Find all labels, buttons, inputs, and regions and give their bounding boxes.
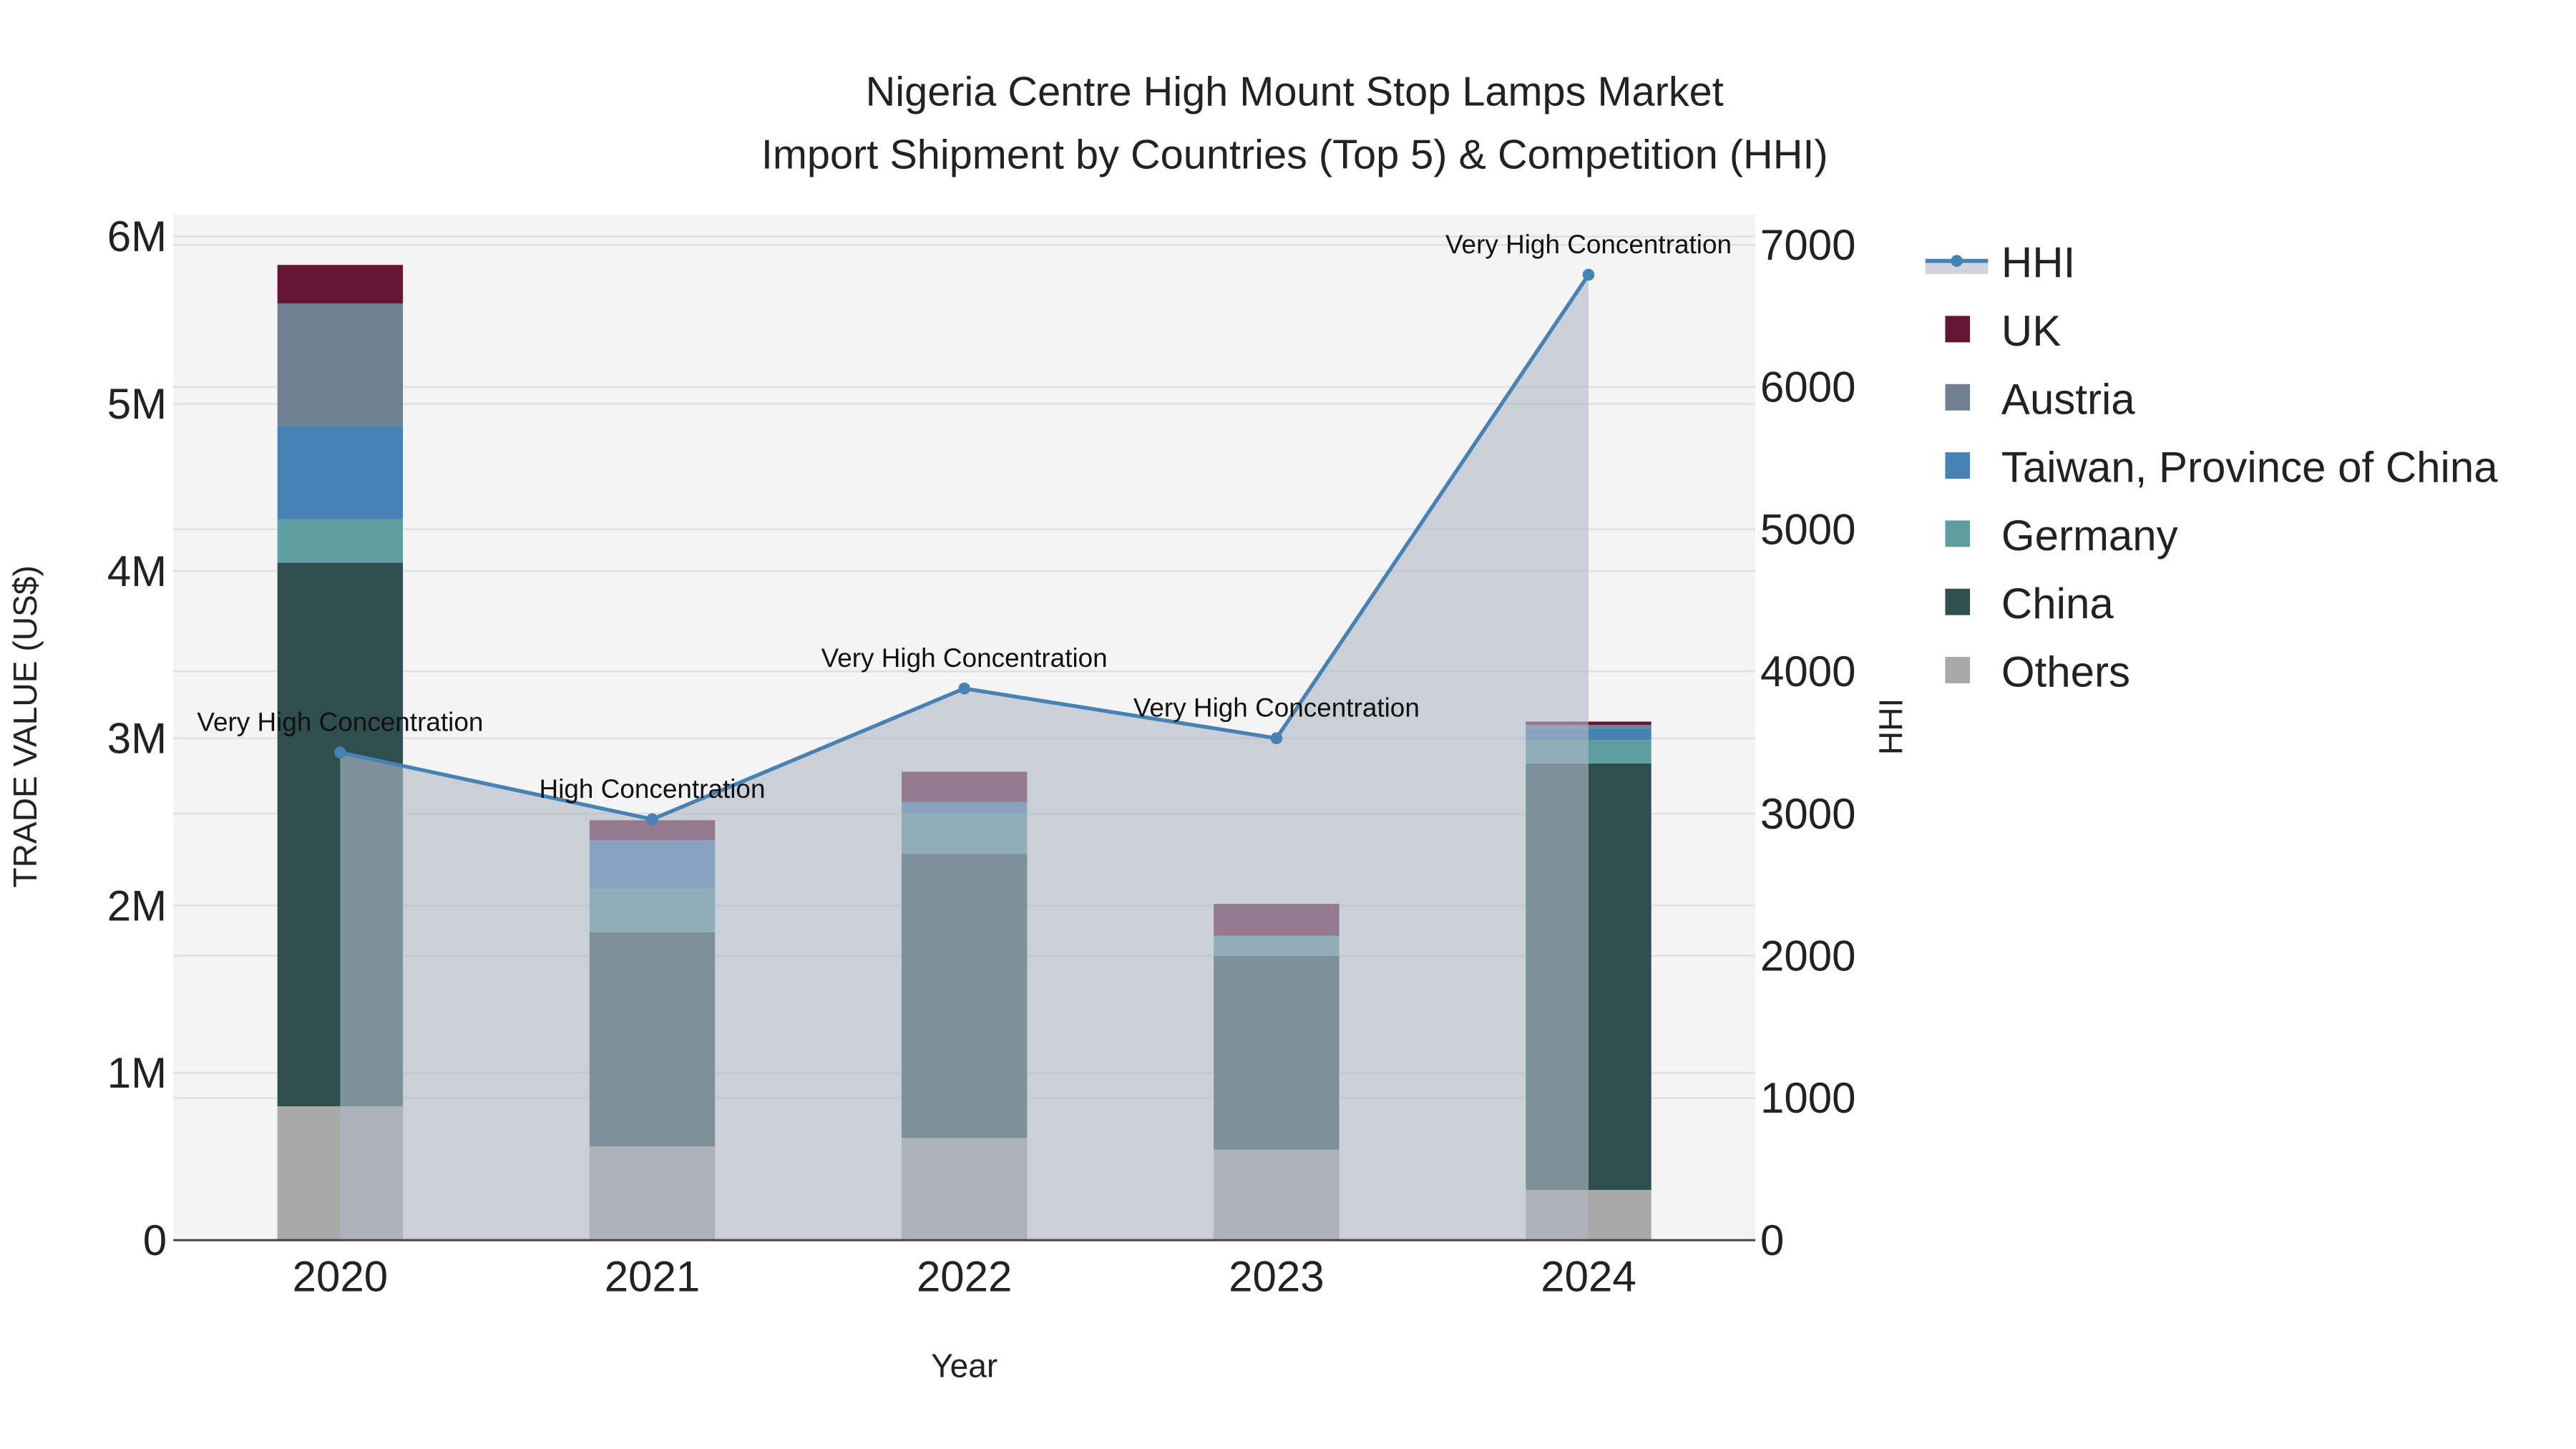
legend-label: UK [2001,307,2061,355]
hhi-annotation: Very High Concentration [1445,230,1732,259]
y-tick-label: 5M [107,380,167,428]
y-tick-label: 6M [107,213,167,260]
legend-label: HHI [2001,239,2075,287]
bar-segment-uk [277,265,404,303]
bar-segment-germany [277,519,404,563]
hhi-annotation: High Concentration [540,774,766,804]
legend-hhi-marker [1951,255,1963,267]
chart: Very High Concentration High Concentratio… [0,0,2576,1449]
hhi-point [1582,268,1595,281]
x-tick-label: 2023 [1229,1253,1324,1301]
chart-title: Nigeria Centre High Mount Stop Lamps Mar… [866,69,1724,115]
legend-swatch [1945,384,1971,411]
y2-tick-label: 3000 [1760,790,1855,838]
bar-segment-austria [277,303,404,426]
hhi-point [958,682,971,695]
y-tick-label: 3M [107,715,167,763]
legend-label: Others [2001,648,2130,696]
y-tick-label: 2M [107,882,167,930]
y2-tick-label: 0 [1760,1216,1784,1264]
legend-swatch [1945,452,1971,479]
hhi-point [1270,732,1283,745]
y-tick-label: 1M [107,1049,167,1097]
x-axis-label: Year [931,1347,997,1385]
hhi-annotation: Very High Concentration [821,643,1108,673]
y2-tick-label: 5000 [1760,505,1855,553]
y2-tick-label: 1000 [1760,1074,1855,1122]
y-axis-label: TRADE VALUE (US$) [6,565,44,887]
bar-segment-taiwan-province-of-china [277,425,404,519]
x-tick-label: 2022 [917,1253,1012,1301]
y2-tick-label: 4000 [1760,648,1855,696]
hhi-annotation: Very High Concentration [197,708,483,737]
legend-label: Taiwan, Province of China [2001,444,2498,492]
x-tick-label: 2020 [293,1253,388,1301]
x-tick-label: 2024 [1541,1253,1636,1301]
y2-tick-label: 2000 [1760,932,1855,980]
legend-label: Germany [2001,512,2178,560]
y2-axis-label: HHI [1872,698,1909,755]
hhi-point [646,813,658,826]
legend-label: China [2001,580,2114,628]
y-tick-label: 4M [107,547,167,595]
y2-tick-label: 7000 [1760,221,1855,269]
legend-swatch [1945,520,1971,547]
legend-swatch [1945,657,1971,683]
legend-swatch [1945,316,1971,343]
legend-label: Austria [2001,375,2135,423]
legend-swatch [1945,588,1971,615]
hhi-annotation: Very High Concentration [1133,693,1420,723]
hhi-point [334,746,346,758]
x-tick-label: 2021 [605,1253,700,1301]
y-tick-label: 0 [143,1216,167,1264]
y2-tick-label: 6000 [1760,364,1855,411]
chart-subtitle: Import Shipment by Countries (Top 5) & C… [761,132,1828,177]
